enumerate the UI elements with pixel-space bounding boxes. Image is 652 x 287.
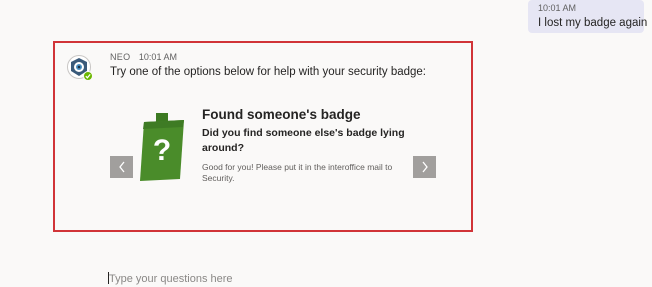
bot-intro-text: Try one of the options below for help wi…: [110, 66, 426, 78]
carousel-next-button[interactable]: [413, 156, 436, 178]
chat-window: 10:01 AM I lost my badge again NEO 10:01…: [0, 0, 652, 287]
bot-message-header: NEO 10:01 AM: [110, 52, 177, 62]
carousel-prev-button[interactable]: [110, 156, 133, 178]
bot-avatar[interactable]: [67, 55, 93, 81]
user-message-bubble: 10:01 AM I lost my badge again: [528, 0, 648, 33]
presence-badge: [83, 71, 93, 81]
composer-placeholder: Type your questions here: [109, 273, 233, 285]
check-icon: [85, 74, 91, 79]
user-message-time: 10:01 AM: [538, 3, 577, 13]
hero-card-carousel: ? Found someone's badge Did you find som…: [110, 91, 440, 211]
chevron-left-icon: [118, 161, 125, 173]
svg-text:?: ?: [153, 134, 171, 167]
user-message-text: I lost my badge again: [538, 17, 648, 29]
bot-name: NEO: [110, 52, 131, 62]
bot-message-time: 10:01 AM: [138, 52, 177, 62]
badge-question-icon: ?: [140, 113, 184, 181]
card-title: Found someone's badge: [202, 107, 361, 122]
card-subtitle: Did you find someone else's badge lying …: [202, 127, 405, 154]
message-composer[interactable]: Type your questions here: [108, 272, 233, 285]
card-body-text: Good for you! Please put it in the inter…: [202, 162, 393, 183]
bot-message-highlight: NEO 10:01 AM Try one of the options belo…: [53, 41, 473, 232]
chevron-right-icon: [421, 161, 428, 173]
